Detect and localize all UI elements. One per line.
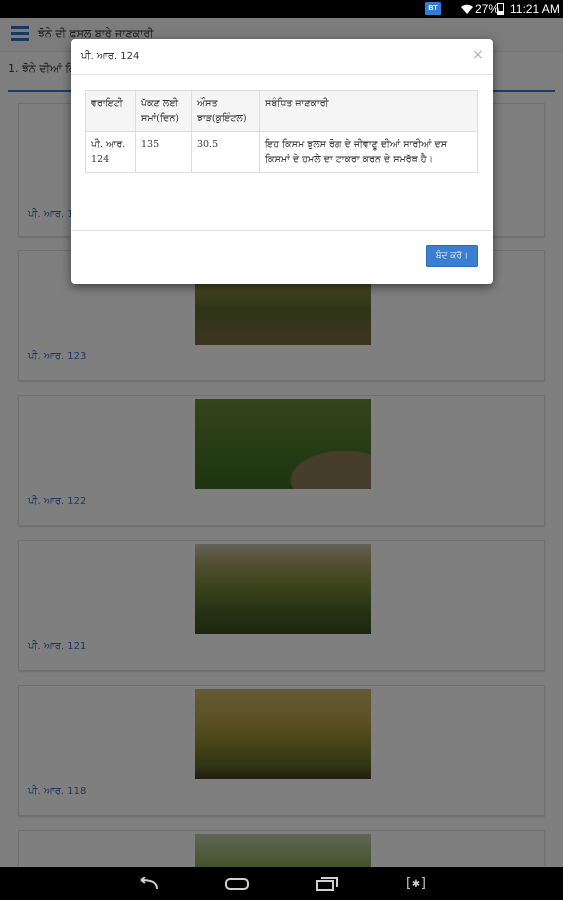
- battery-percent: 27%: [475, 2, 500, 16]
- navigation-bar: [✱]: [0, 867, 563, 900]
- recent-apps-icon[interactable]: [316, 877, 338, 891]
- bluetooth-badge-icon: BT: [425, 2, 441, 15]
- info-cell: ਇਹ ਕਿਸਮ ਝੁਲਸ ਰੋਗ ਦੇ ਜੀਵਾਣੂ ਦੀਆਂ ਸਾਰੀਆਂ ਦ…: [259, 131, 478, 173]
- clock: 11:21 AM: [510, 2, 560, 16]
- days-cell: 135: [135, 131, 192, 173]
- home-icon[interactable]: [225, 878, 249, 890]
- screenshot-icon[interactable]: [✱]: [402, 875, 430, 893]
- dialog-title: ਪੀ. ਆਰ. 124: [81, 51, 140, 62]
- variety-info-table: ਵਰਾਇਟੀ ਪੱਕਣ ਲਈ ਸਮਾਂ(ਦਿਨ) ਔਸਤ ਝਾੜ(ਕੁਇੰਟਲ)…: [85, 90, 478, 173]
- column-header: ਪੱਕਣ ਲਈ ਸਮਾਂ(ਦਿਨ): [135, 90, 192, 132]
- variety-cell: ਪੀ. ਆਰ. 124: [85, 131, 136, 173]
- table-row: ਪੀ. ਆਰ. 124 135 30.5 ਇਹ ਕਿਸਮ ਝੁਲਸ ਰੋਗ ਦੇ…: [85, 131, 478, 173]
- dialog-header-divider: [71, 74, 493, 75]
- status-bar: BT 27% 11:21 AM: [0, 0, 563, 18]
- close-icon[interactable]: ×: [472, 47, 484, 63]
- variety-detail-dialog: ਪੀ. ਆਰ. 124 × ਵਰਾਇਟੀ ਪੱਕਣ ਲਈ ਸਮਾਂ(ਦਿਨ) ਔ…: [71, 39, 493, 284]
- column-header: ਸਬੰਧਿਤ ਜਾਣਕਾਰੀ: [259, 90, 478, 132]
- column-header: ਵਰਾਇਟੀ: [85, 90, 136, 132]
- yield-cell: 30.5: [191, 131, 260, 173]
- close-button[interactable]: ਬੰਦ ਕਰੋ।: [426, 245, 478, 267]
- battery-icon: [497, 3, 504, 15]
- column-header: ਔਸਤ ਝਾੜ(ਕੁਇੰਟਲ): [191, 90, 260, 132]
- wifi-icon: [461, 4, 473, 14]
- table-header-row: ਵਰਾਇਟੀ ਪੱਕਣ ਲਈ ਸਮਾਂ(ਦਿਨ) ਔਸਤ ਝਾੜ(ਕੁਇੰਟਲ)…: [85, 90, 478, 132]
- back-icon[interactable]: [137, 877, 159, 891]
- dialog-footer-divider: [71, 230, 493, 231]
